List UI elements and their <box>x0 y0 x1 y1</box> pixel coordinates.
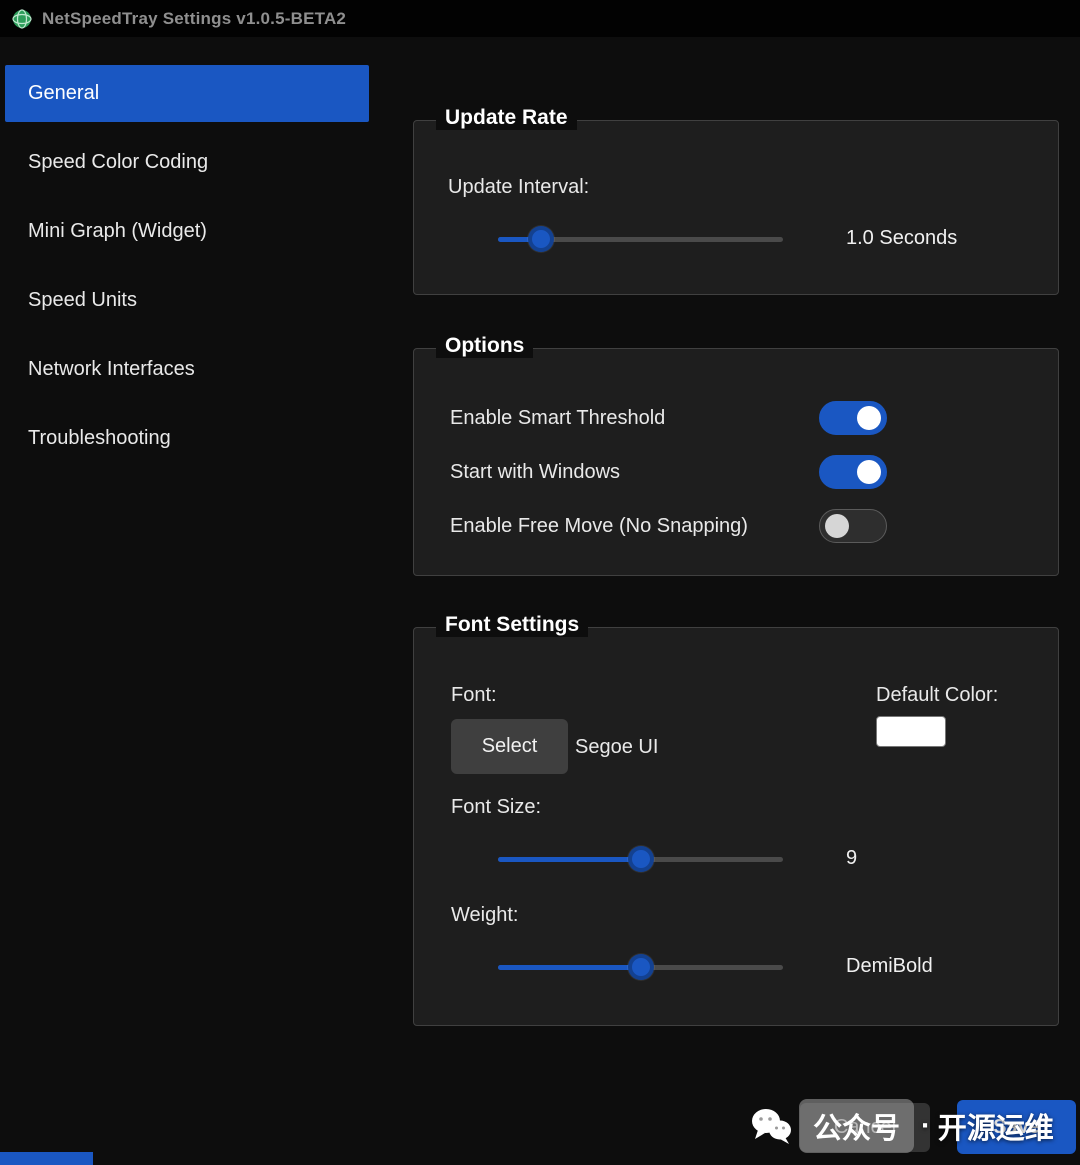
sidebar: General Speed Color Coding Mini Graph (Wid… <box>5 65 369 479</box>
toggle-enable-free-move-no-snapping[interactable] <box>819 509 887 543</box>
font-label: Font: <box>451 684 497 707</box>
wechat-icon <box>750 1107 792 1145</box>
weight-slider[interactable] <box>498 954 783 980</box>
option-label: Enable Smart Threshold <box>450 407 665 429</box>
save-button[interactable]: Save <box>957 1100 1076 1154</box>
slider-handle[interactable] <box>528 226 554 252</box>
update-interval-value: 1.0 Seconds <box>846 227 957 250</box>
sidebar-item-speed-units[interactable]: Speed Units <box>5 272 369 329</box>
option-row-start-with-windows: Start with Windows <box>450 455 1058 489</box>
option-row-enable-smart-threshold: Enable Smart Threshold <box>450 401 1058 435</box>
slider-handle[interactable] <box>628 846 654 872</box>
group-title-font-settings: Font Settings <box>436 613 588 637</box>
app-icon <box>12 9 32 29</box>
font-size-label: Font Size: <box>451 796 541 819</box>
slider-fill <box>498 857 641 862</box>
options-rows: Enable Smart Threshold Start with Windows… <box>414 401 1058 563</box>
update-interval-label: Update Interval: <box>448 176 589 199</box>
toggle-enable-smart-threshold[interactable] <box>819 401 887 435</box>
font-select-button[interactable]: Select <box>451 719 568 774</box>
group-title-update-rate: Update Rate <box>436 106 577 130</box>
option-label: Enable Free Move (No Snapping) <box>450 515 748 537</box>
cancel-button[interactable]: Cancel <box>800 1103 930 1152</box>
group-font-settings: Font Settings Font: Default Color: Selec… <box>413 627 1059 1026</box>
sidebar-item-speed-color-coding[interactable]: Speed Color Coding <box>5 134 369 191</box>
settings-window: NetSpeedTray Settings v1.0.5-BETA2 Gener… <box>0 0 1080 1165</box>
weight-label: Weight: <box>451 904 518 927</box>
slider-fill <box>498 965 641 970</box>
title-bar: NetSpeedTray Settings v1.0.5-BETA2 <box>0 0 1080 37</box>
toggle-knob <box>857 460 881 484</box>
option-label: Start with Windows <box>450 461 620 483</box>
option-row-enable-free-move-no-snapping: Enable Free Move (No Snapping) <box>450 509 1058 543</box>
toggle-knob <box>825 514 849 538</box>
selected-font-name: Segoe UI <box>575 736 658 759</box>
sidebar-item-mini-graph-widget[interactable]: Mini Graph (Widget) <box>5 203 369 260</box>
default-color-swatch[interactable] <box>876 716 946 747</box>
weight-value: DemiBold <box>846 955 933 978</box>
group-options: Options Enable Smart ThresholdStart with… <box>413 348 1059 576</box>
toggle-knob <box>857 406 881 430</box>
group-update-rate: Update Rate Update Interval: 1.0 Seconds <box>413 120 1059 295</box>
sidebar-item-general[interactable]: General <box>5 65 369 122</box>
group-title-options: Options <box>436 334 533 358</box>
sidebar-item-troubleshooting[interactable]: Troubleshooting <box>5 410 369 467</box>
default-color-label: Default Color: <box>876 684 998 707</box>
sidebar-item-network-interfaces[interactable]: Network Interfaces <box>5 341 369 398</box>
bottom-left-accent-bar <box>0 1152 93 1165</box>
font-size-slider[interactable] <box>498 846 783 872</box>
toggle-start-with-windows[interactable] <box>819 455 887 489</box>
update-interval-slider[interactable] <box>498 226 783 252</box>
slider-handle[interactable] <box>628 954 654 980</box>
window-title: NetSpeedTray Settings v1.0.5-BETA2 <box>42 9 346 29</box>
font-size-value: 9 <box>846 847 857 870</box>
